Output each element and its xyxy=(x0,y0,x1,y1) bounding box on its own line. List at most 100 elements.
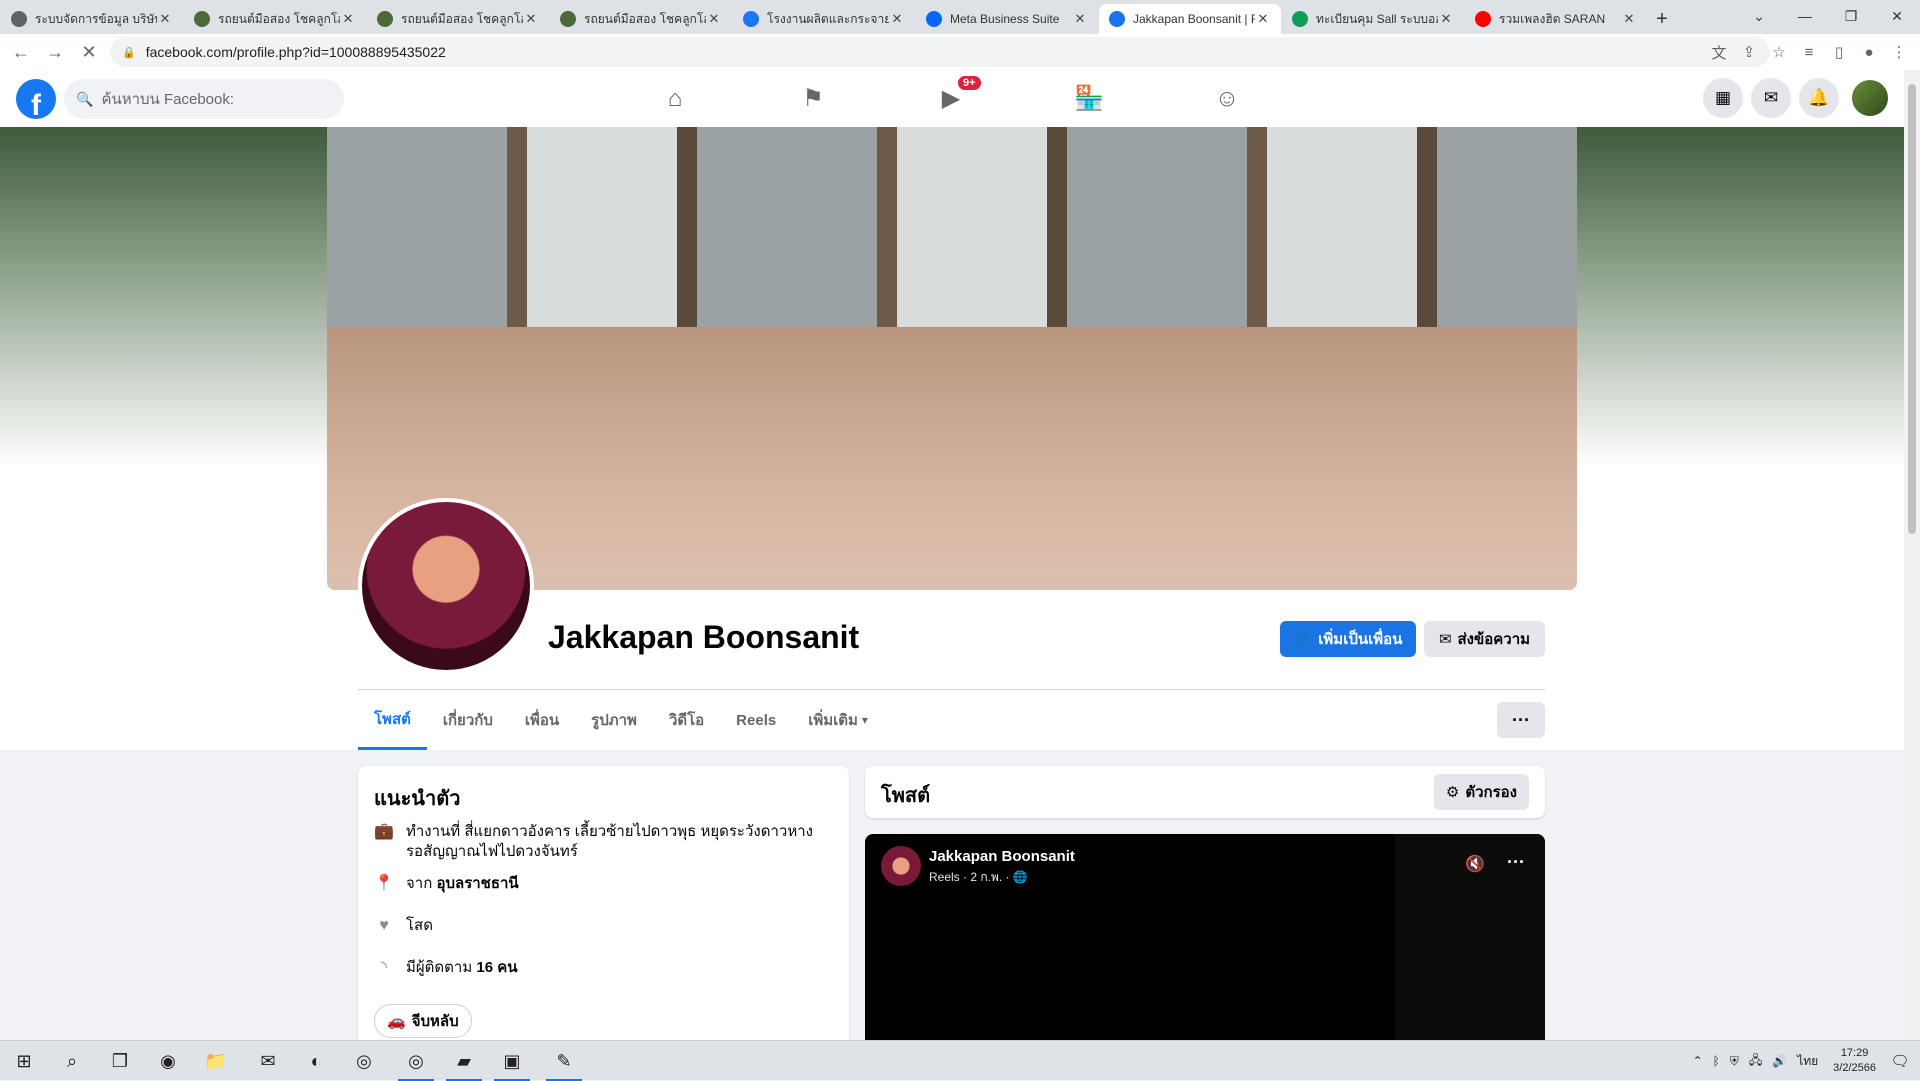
from-place[interactable]: อุบลราชธานี xyxy=(436,874,518,894)
paint-icon[interactable]: ✎ xyxy=(540,1041,588,1081)
post-options-icon[interactable]: ··· xyxy=(1507,852,1525,873)
browser-tab[interactable]: รถยนต์มือสอง โชคลูกโอ ✕ xyxy=(550,4,732,34)
profile-tab[interactable]: Reels xyxy=(720,690,792,750)
home-icon[interactable]: ⌂ xyxy=(620,70,730,127)
search-taskbar-icon[interactable]: ⌕ xyxy=(48,1041,96,1081)
task-view-icon[interactable]: ❐ xyxy=(96,1041,144,1081)
profile-tab[interactable]: รูปภาพ xyxy=(575,690,653,750)
browser-tab[interactable]: รถยนต์มือสอง โชคลูกโอ ✕ xyxy=(367,4,549,34)
volume-icon[interactable]: 🔊 xyxy=(1772,1054,1787,1068)
photos-icon[interactable]: ▣ xyxy=(488,1041,536,1081)
browser-tab[interactable]: รถยนต์มือสอง โชคลูกโอ ✕ xyxy=(184,4,366,34)
browser-tab[interactable]: รวมเพลงฮิต SARAN ✕ xyxy=(1465,4,1647,34)
add-friend-button[interactable]: 👤 เพิ่มเป็นเพื่อน xyxy=(1280,621,1416,657)
scrollbar-thumb[interactable] xyxy=(1908,84,1916,534)
stop-loading-icon[interactable]: ✕ xyxy=(72,35,106,69)
filter-button[interactable]: ⚙ ตัวกรอง xyxy=(1433,774,1529,810)
close-window-button[interactable]: ✕ xyxy=(1874,0,1920,32)
profile-tab[interactable]: วิดีโอ xyxy=(653,690,720,750)
reel-post[interactable]: Jakkapan Boonsanit Reels · 2 ก.พ. · 🌐 🔇 … xyxy=(865,834,1545,1040)
app-icon[interactable]: ▰ xyxy=(440,1041,488,1081)
minimize-button[interactable]: — xyxy=(1782,0,1828,32)
hobby-label: จีบหลับ xyxy=(411,1013,459,1030)
reel-author-avatar[interactable] xyxy=(881,846,921,886)
facebook-logo[interactable]: f xyxy=(16,79,56,119)
notifications-bell-icon[interactable]: 🔔 xyxy=(1799,78,1839,118)
restore-button[interactable]: ❐ xyxy=(1828,0,1874,32)
account-avatar[interactable] xyxy=(1850,78,1890,118)
edge-icon[interactable]: ◉ xyxy=(144,1041,192,1081)
page-scrollbar[interactable] xyxy=(1904,70,1920,1040)
chrome-icon[interactable]: ◎ xyxy=(340,1041,388,1081)
lock-icon: 🔒 xyxy=(122,46,136,59)
profile-avatar-icon[interactable]: ● xyxy=(1854,44,1884,61)
security-icon[interactable]: ⛨ xyxy=(1730,1054,1739,1069)
close-tab-icon[interactable]: ✕ xyxy=(1255,11,1271,27)
close-tab-icon[interactable]: ✕ xyxy=(157,11,173,27)
show-hidden-icon[interactable]: ⌃ xyxy=(1693,1054,1703,1068)
share-icon[interactable]: ⇪ xyxy=(1734,43,1764,61)
close-tab-icon[interactable]: ✕ xyxy=(340,11,356,27)
mute-icon[interactable]: 🔇 xyxy=(1465,854,1485,874)
notification-center-icon[interactable]: 🗨 xyxy=(1880,1041,1920,1081)
browser-tab[interactable]: ระบบจัดการข้อมูล บริษัท โ✕ xyxy=(1,4,183,34)
menu-kebab-icon[interactable]: ⋮ xyxy=(1884,43,1914,61)
profile-tab[interactable]: เพิ่มเติม ▾ xyxy=(792,690,884,750)
profile-tab[interactable]: เกี่ยวกับ xyxy=(427,690,509,750)
tab-title: ทะเบียนคุม Sall ระบบออน xyxy=(1316,11,1438,26)
menu-grid-icon[interactable]: ▦ xyxy=(1703,78,1743,118)
marketplace-icon[interactable]: 🏪 xyxy=(1034,70,1144,127)
file-explorer-icon[interactable]: 📁 xyxy=(192,1041,240,1081)
profile-tab-label: เพื่อน xyxy=(524,712,560,729)
close-tab-icon[interactable]: ✕ xyxy=(706,11,722,27)
close-tab-icon[interactable]: ✕ xyxy=(1072,11,1088,27)
video-icon[interactable]: ▶ 9+ xyxy=(896,70,1006,127)
bookmark-star-icon[interactable]: ☆ xyxy=(1764,43,1794,61)
messenger-icon[interactable]: ✉ xyxy=(1751,78,1791,118)
firefox-icon[interactable]: ◐ xyxy=(292,1041,340,1081)
rss-followers-icon: ◝ xyxy=(380,959,388,976)
chrome-profile-icon[interactable]: ◎ xyxy=(392,1041,440,1081)
groups-icon[interactable]: ☺ xyxy=(1172,70,1282,127)
close-tab-icon[interactable]: ✕ xyxy=(1621,11,1637,27)
tab-search-icon[interactable]: ⌄ xyxy=(1736,0,1782,32)
profile-tab[interactable]: โพสต์ xyxy=(358,690,427,750)
browser-tab[interactable]: โรงงานผลิตและกระจายรถ✕ xyxy=(733,4,915,34)
side-panel-icon[interactable]: ▯ xyxy=(1824,43,1854,61)
network-icon[interactable]: 🖧 xyxy=(1749,1051,1762,1072)
bluetooth-icon[interactable]: ᛒ xyxy=(1713,1054,1720,1068)
toolbar-icons: 文 ⇪ ☆ ≡ ▯ ● ⋮ xyxy=(1704,34,1914,70)
browser-tab[interactable]: Jakkapan Boonsanit | F ✕ xyxy=(1099,4,1281,34)
reel-author-name[interactable]: Jakkapan Boonsanit xyxy=(929,848,1075,865)
cover-photo[interactable] xyxy=(327,127,1577,590)
forward-icon[interactable]: → xyxy=(38,35,72,69)
profile-picture[interactable] xyxy=(358,498,534,674)
close-tab-icon[interactable]: ✕ xyxy=(523,11,539,27)
intro-card: แนะนำตัว 💼 ทำงานที่ สี่แยกดาวอังคาร เลี้ย… xyxy=(358,766,849,1066)
profile-header: Jakkapan Boonsanit 👤 เพิ่มเป็นเพื่อน ✉ ส่ง… xyxy=(0,127,1904,750)
new-tab-button[interactable]: + xyxy=(1647,4,1677,34)
language-indicator[interactable]: ไทย xyxy=(1797,1052,1818,1071)
back-icon[interactable]: ← xyxy=(4,35,38,69)
pages-flag-icon[interactable]: ⚑ xyxy=(758,70,868,127)
profile-name: Jakkapan Boonsanit xyxy=(548,619,860,655)
followers-count[interactable]: 16 คน xyxy=(476,958,517,978)
close-tab-icon[interactable]: ✕ xyxy=(1438,11,1454,27)
message-button[interactable]: ✉ ส่งข้อความ xyxy=(1424,621,1545,657)
reading-list-icon[interactable]: ≡ xyxy=(1794,44,1824,61)
close-tab-icon[interactable]: ✕ xyxy=(889,11,905,27)
hobby-chip[interactable]: 🚗 จีบหลับ xyxy=(374,1004,472,1038)
facebook-search[interactable]: 🔍 ค้นหาบน Facebook: xyxy=(64,79,344,119)
more-options-button[interactable]: ··· xyxy=(1497,702,1545,738)
browser-tab[interactable]: Meta Business Suite ✕ xyxy=(916,4,1098,34)
windows-start-icon[interactable]: ⊞ xyxy=(0,1041,48,1081)
translate-icon[interactable]: 文 xyxy=(1704,42,1734,63)
mail-icon[interactable]: ✉ xyxy=(244,1041,292,1081)
search-icon: 🔍 xyxy=(76,90,94,107)
profile-tab[interactable]: เพื่อน xyxy=(509,690,575,750)
address-bar[interactable]: 🔒 facebook.com/profile.php?id=1000888954… xyxy=(110,37,1770,67)
profile-tabs: โพสต์ เกี่ยวกับ เพื่อน รูปภาพ วิดีโอ Reels เพิ… xyxy=(358,690,884,750)
tab-strip: ระบบจัดการข้อมูล บริษัท โ✕รถยนต์มือสอง โ… xyxy=(0,0,1920,34)
browser-tab[interactable]: ทะเบียนคุม Sall ระบบออน ✕ xyxy=(1282,4,1464,34)
clock[interactable]: 17:29 3/2/2566 xyxy=(1833,1046,1876,1076)
